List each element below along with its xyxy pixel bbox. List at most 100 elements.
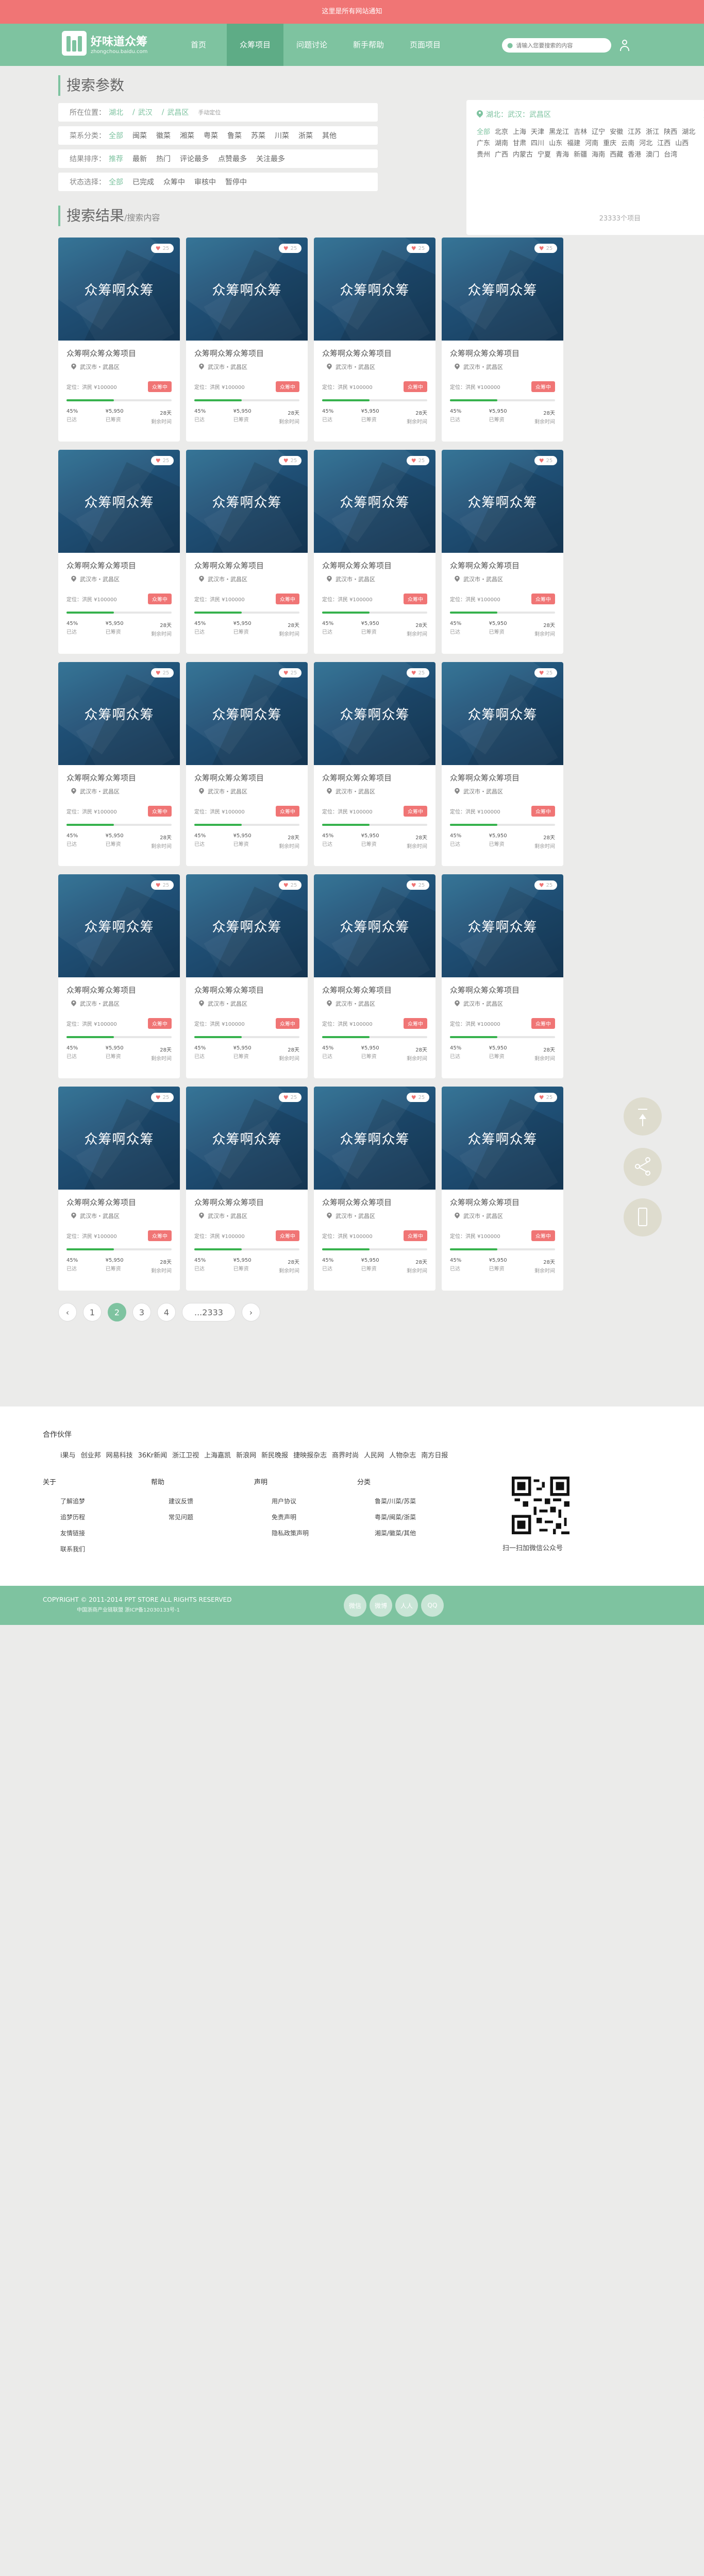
project-card[interactable]: 众筹啊众筹 ♥ 25 众筹啊众筹众筹项目 武汉市・武昌区 定位：洪民 ¥100000 众筹中… <box>58 662 180 866</box>
province-option[interactable]: 青海 <box>556 149 569 161</box>
like-button[interactable]: ♥ 25 <box>407 244 429 253</box>
project-card[interactable]: 众筹啊众筹 ♥ 25 众筹啊众筹众筹项目 武汉市・武昌区 定位：洪民 ¥100000 众筹中… <box>314 238 435 442</box>
prev-page-button[interactable]: ‹ <box>58 1303 77 1321</box>
project-title[interactable]: 众筹啊众筹众筹项目 <box>194 772 308 783</box>
next-page-button[interactable]: › <box>242 1303 260 1321</box>
footer-link[interactable]: 了解追梦 <box>60 1497 85 1505</box>
project-image[interactable]: 众筹啊众筹 ♥ 25 <box>442 662 563 765</box>
province-option[interactable]: 台湾 <box>664 149 677 161</box>
province-option[interactable]: 全部 <box>477 127 490 138</box>
like-button[interactable]: ♥ 25 <box>534 668 557 677</box>
location-district[interactable]: 武昌区 <box>167 107 189 117</box>
project-image[interactable]: 众筹啊众筹 ♥ 25 <box>442 1087 563 1190</box>
project-title[interactable]: 众筹啊众筹众筹项目 <box>450 985 563 995</box>
project-title[interactable]: 众筹啊众筹众筹项目 <box>322 1197 435 1208</box>
like-button[interactable]: ♥ 25 <box>407 668 429 677</box>
project-image[interactable]: 众筹啊众筹 ♥ 25 <box>442 238 563 341</box>
like-button[interactable]: ♥ 25 <box>534 244 557 253</box>
project-card[interactable]: 众筹啊众筹 ♥ 25 众筹啊众筹众筹项目 武汉市・武昌区 定位：洪民 ¥100000 众筹中… <box>442 1087 563 1291</box>
like-button[interactable]: ♥ 25 <box>279 668 301 677</box>
nav-item[interactable]: 问题讨论 <box>283 24 340 66</box>
project-card[interactable]: 众筹啊众筹 ♥ 25 众筹啊众筹众筹项目 武汉市・武昌区 定位：洪民 ¥100000 众筹中… <box>314 1087 435 1291</box>
filter-option[interactable]: 关注最多 <box>256 154 285 164</box>
social-icon[interactable]: 人人 <box>395 1594 418 1617</box>
footer-link[interactable]: 隐私政策声明 <box>272 1529 309 1537</box>
filter-option[interactable]: 浙菜 <box>298 130 313 141</box>
project-image[interactable]: 众筹啊众筹 ♥ 25 <box>442 450 563 553</box>
like-button[interactable]: ♥ 25 <box>151 456 174 465</box>
project-card[interactable]: 众筹啊众筹 ♥ 25 众筹啊众筹众筹项目 武汉市・武昌区 定位：洪民 ¥100000 众筹中… <box>314 662 435 866</box>
partner-link[interactable]: 人物杂志 <box>389 1450 416 1460</box>
project-title[interactable]: 众筹啊众筹众筹项目 <box>194 348 308 359</box>
province-option[interactable]: 新疆 <box>574 149 587 161</box>
footer-link[interactable]: 联系我们 <box>60 1545 85 1553</box>
page-button[interactable]: 2 <box>108 1303 126 1321</box>
like-button[interactable]: ♥ 25 <box>279 1093 301 1102</box>
filter-option[interactable]: 最新 <box>132 154 147 164</box>
filter-option[interactable]: 川菜 <box>275 130 289 141</box>
like-button[interactable]: ♥ 25 <box>279 880 301 890</box>
province-option[interactable]: 天津 <box>531 127 544 138</box>
province-option[interactable]: 安徽 <box>610 127 623 138</box>
filter-option[interactable]: 粤菜 <box>204 130 218 141</box>
footer-link[interactable]: 湘菜/徽菜/其他 <box>375 1529 416 1537</box>
province-option[interactable]: 海南 <box>592 149 605 161</box>
project-title[interactable]: 众筹啊众筹众筹项目 <box>450 560 563 571</box>
project-image[interactable]: 众筹啊众筹 ♥ 25 <box>314 662 435 765</box>
province-option[interactable]: 甘肃 <box>513 138 526 149</box>
project-card[interactable]: 众筹啊众筹 ♥ 25 众筹啊众筹众筹项目 武汉市・武昌区 定位：洪民 ¥100000 众筹中… <box>58 874 180 1078</box>
partner-link[interactable]: 商界时尚 <box>332 1450 359 1460</box>
project-card[interactable]: 众筹啊众筹 ♥ 25 众筹啊众筹众筹项目 武汉市・武昌区 定位：洪民 ¥100000 众筹中… <box>186 238 308 442</box>
province-option[interactable]: 陕西 <box>664 127 677 138</box>
partner-link[interactable]: 浙江卫视 <box>172 1450 199 1460</box>
project-card[interactable]: 众筹啊众筹 ♥ 25 众筹啊众筹众筹项目 武汉市・武昌区 定位：洪民 ¥100000 众筹中… <box>186 450 308 654</box>
project-title[interactable]: 众筹啊众筹众筹项目 <box>194 560 308 571</box>
project-title[interactable]: 众筹啊众筹众筹项目 <box>194 985 308 995</box>
partner-link[interactable]: 网易科技 <box>106 1450 133 1460</box>
nav-item[interactable]: 页面项目 <box>397 24 454 66</box>
location-city[interactable]: 武汉 <box>138 107 153 117</box>
like-button[interactable]: ♥ 25 <box>407 456 429 465</box>
share-icon[interactable] <box>624 1148 662 1186</box>
project-card[interactable]: 众筹啊众筹 ♥ 25 众筹啊众筹众筹项目 武汉市・武昌区 定位：洪民 ¥100000 众筹中… <box>58 450 180 654</box>
filter-option[interactable]: 其他 <box>322 130 337 141</box>
province-option[interactable]: 广西 <box>495 149 508 161</box>
filter-option[interactable]: 苏菜 <box>251 130 265 141</box>
search-icon[interactable]: ● <box>507 42 513 49</box>
footer-link[interactable]: 友情链接 <box>60 1529 85 1537</box>
like-button[interactable]: ♥ 25 <box>151 244 174 253</box>
like-button[interactable]: ♥ 25 <box>407 1093 429 1102</box>
partner-link[interactable]: 新浪网 <box>236 1450 256 1460</box>
nav-item[interactable]: 首页 <box>170 24 227 66</box>
like-button[interactable]: ♥ 25 <box>151 1093 174 1102</box>
province-option[interactable]: 福建 <box>567 138 580 149</box>
like-button[interactable]: ♥ 25 <box>534 1093 557 1102</box>
project-title[interactable]: 众筹啊众筹众筹项目 <box>450 348 563 359</box>
user-icon[interactable] <box>617 38 632 53</box>
project-title[interactable]: 众筹啊众筹众筹项目 <box>66 985 180 995</box>
project-image[interactable]: 众筹啊众筹 ♥ 25 <box>58 450 180 553</box>
like-button[interactable]: ♥ 25 <box>279 456 301 465</box>
project-image[interactable]: 众筹啊众筹 ♥ 25 <box>442 874 563 977</box>
partner-link[interactable]: 捷映报杂志 <box>293 1450 327 1460</box>
footer-link[interactable]: 粤菜/闽菜/浙菜 <box>375 1513 416 1521</box>
like-button[interactable]: ♥ 25 <box>151 668 174 677</box>
filter-option[interactable]: 全部 <box>109 130 123 141</box>
project-image[interactable]: 众筹啊众筹 ♥ 25 <box>314 874 435 977</box>
like-button[interactable]: ♥ 25 <box>534 880 557 890</box>
project-title[interactable]: 众筹啊众筹众筹项目 <box>66 560 180 571</box>
project-title[interactable]: 众筹啊众筹众筹项目 <box>450 1197 563 1208</box>
like-button[interactable]: ♥ 25 <box>534 456 557 465</box>
footer-link[interactable]: 鲁菜/川菜/苏菜 <box>375 1497 416 1505</box>
province-option[interactable]: 宁夏 <box>538 149 551 161</box>
province-option[interactable]: 河南 <box>585 138 598 149</box>
page-button[interactable]: 4 <box>157 1303 176 1321</box>
project-card[interactable]: 众筹啊众筹 ♥ 25 众筹啊众筹众筹项目 武汉市・武昌区 定位：洪民 ¥100000 众筹中… <box>442 238 563 442</box>
project-image[interactable]: 众筹啊众筹 ♥ 25 <box>58 1087 180 1190</box>
province-option[interactable]: 河北 <box>639 138 652 149</box>
project-image[interactable]: 众筹啊众筹 ♥ 25 <box>186 450 308 553</box>
project-card[interactable]: 众筹啊众筹 ♥ 25 众筹啊众筹众筹项目 武汉市・武昌区 定位：洪民 ¥100000 众筹中… <box>58 238 180 442</box>
province-option[interactable]: 浙江 <box>646 127 659 138</box>
project-title[interactable]: 众筹啊众筹众筹项目 <box>66 348 180 359</box>
page-button[interactable]: 1 <box>83 1303 102 1321</box>
